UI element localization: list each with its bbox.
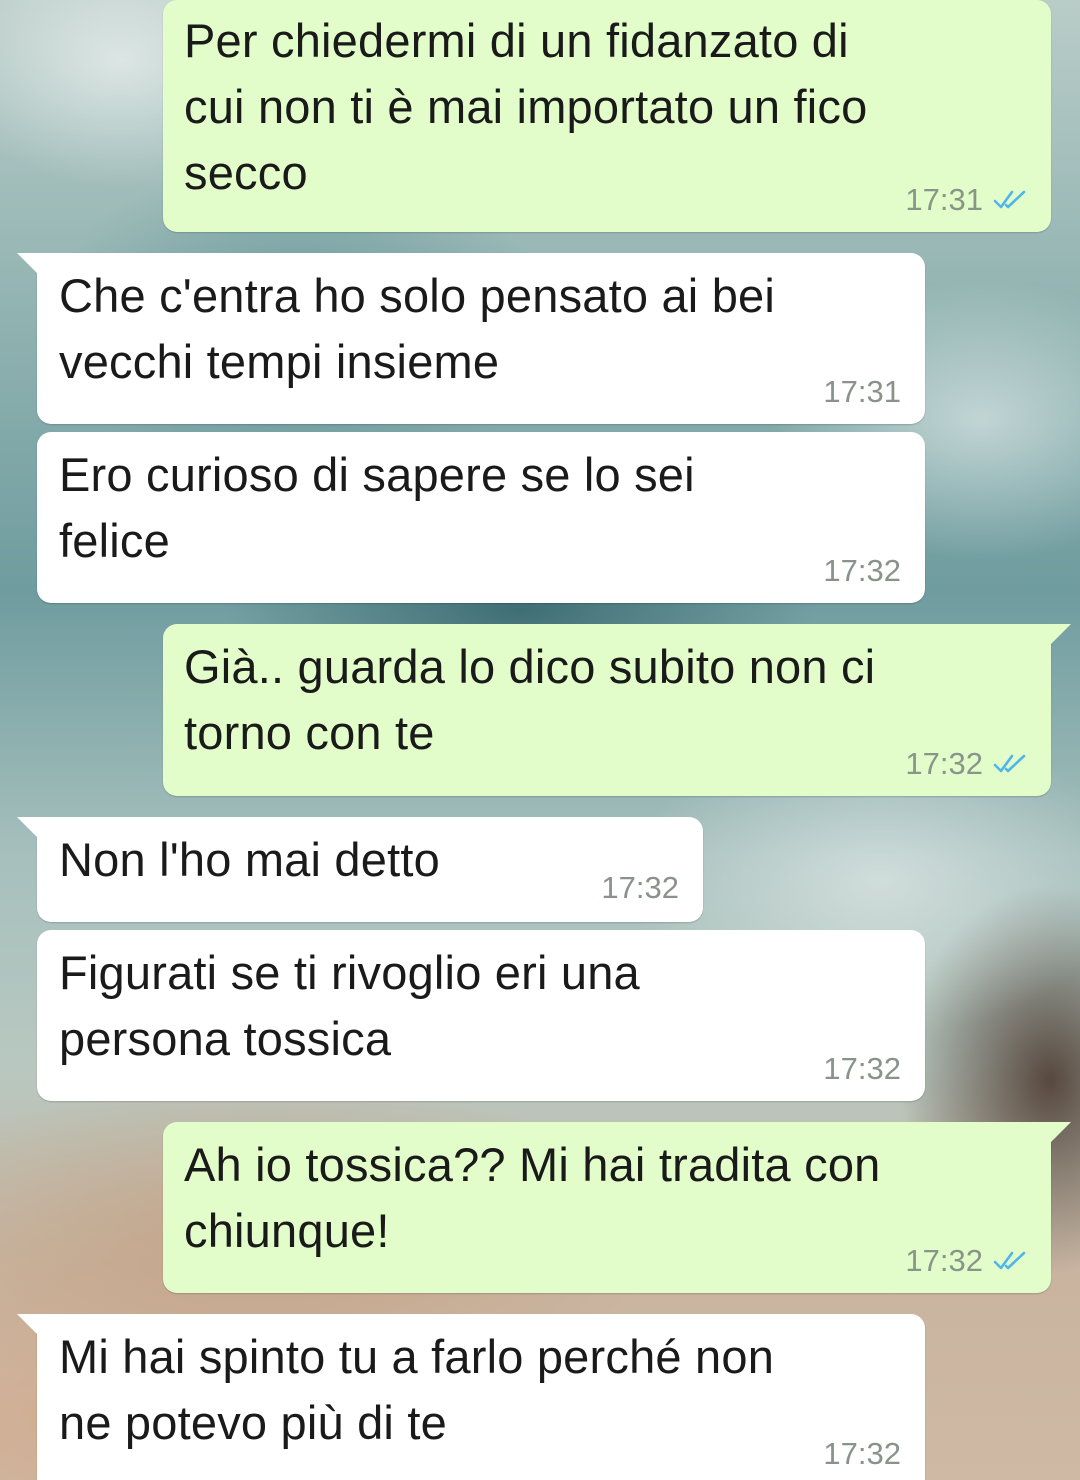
- message-line: Non l'ho mai detto: [59, 833, 440, 886]
- message-text: Mi hai spinto tu a farlo perché non ne p…: [59, 1324, 774, 1456]
- message-line: cui non ti è mai importato un fico: [184, 80, 868, 133]
- message-line: Per chiedermi di un fidanzato di: [184, 14, 849, 67]
- bubble-tail: [17, 817, 39, 839]
- message-timestamp: 17:32: [823, 553, 901, 588]
- message-timestamp: 17:31: [823, 374, 901, 409]
- bubble-tail: [1049, 1122, 1071, 1144]
- message-text: Già.. guarda lo dico subito non ci torno…: [184, 634, 875, 766]
- message-meta: 17:32: [601, 870, 679, 906]
- message-line: Già.. guarda lo dico subito non ci: [184, 640, 876, 693]
- message-meta: 17:31: [823, 374, 901, 410]
- message-meta: 17:32: [823, 553, 901, 589]
- outgoing-message-bubble[interactable]: Ah io tossica?? Mi hai tradita con chiun…: [163, 1122, 1071, 1293]
- message-line: Mi hai spinto tu a farlo perché non: [59, 1330, 775, 1383]
- message-meta: 17:32: [905, 746, 1027, 782]
- incoming-message-bubble[interactable]: Mi hai spinto tu a farlo perché non ne p…: [17, 1314, 925, 1480]
- message-line: vecchi tempi insieme: [59, 335, 500, 388]
- message-line: Ero curioso di sapere se lo sei: [59, 448, 695, 501]
- incoming-message-bubble[interactable]: Che c'entra ho solo pensato ai bei vecch…: [17, 253, 925, 424]
- message-line: felice: [59, 514, 170, 567]
- bubble-tail: [17, 253, 39, 275]
- bubble-tail: [17, 1314, 39, 1336]
- chat-message-list: Per chiedermi di un fidanzato di cui non…: [0, 0, 1080, 1480]
- message-timestamp: 17:32: [823, 1436, 901, 1471]
- double-check-icon: [993, 1251, 1026, 1270]
- message-line: Figurati se ti rivoglio eri una: [59, 946, 640, 999]
- incoming-message-bubble[interactable]: Figurati se ti rivoglio eri una persona …: [37, 930, 925, 1101]
- message-meta: 17:32: [823, 1436, 901, 1472]
- message-timestamp: 17:31: [905, 182, 983, 217]
- message-timestamp: 17:32: [601, 870, 679, 905]
- message-timestamp: 17:32: [823, 1051, 901, 1086]
- message-line: secco: [184, 146, 308, 199]
- outgoing-message-bubble[interactable]: Già.. guarda lo dico subito non ci torno…: [163, 624, 1071, 796]
- message-meta: 17:31: [905, 182, 1027, 218]
- message-line: ne potevo più di te: [59, 1396, 447, 1449]
- message-text: Ah io tossica?? Mi hai tradita con chiun…: [184, 1132, 881, 1264]
- message-text: Ero curioso di sapere se lo sei felice: [59, 442, 695, 574]
- message-timestamp: 17:32: [905, 746, 983, 781]
- message-text: Che c'entra ho solo pensato ai bei vecch…: [59, 263, 775, 395]
- incoming-message-bubble[interactable]: Ero curioso di sapere se lo sei felice 1…: [37, 432, 925, 603]
- message-text: Non l'ho mai detto: [59, 827, 440, 893]
- message-line: Ah io tossica?? Mi hai tradita con: [184, 1138, 881, 1191]
- double-check-icon: [993, 754, 1026, 773]
- message-timestamp: 17:32: [905, 1243, 983, 1278]
- message-meta: 17:32: [823, 1051, 901, 1087]
- message-line: persona tossica: [59, 1012, 392, 1065]
- outgoing-message-bubble[interactable]: Per chiedermi di un fidanzato di cui non…: [163, 0, 1051, 232]
- message-line: chiunque!: [184, 1204, 390, 1257]
- message-text: Per chiedermi di un fidanzato di cui non…: [184, 8, 867, 206]
- bubble-tail: [1049, 624, 1071, 646]
- message-line: Che c'entra ho solo pensato ai bei: [59, 269, 776, 322]
- double-check-icon: [993, 190, 1026, 209]
- message-meta: 17:32: [905, 1243, 1027, 1279]
- message-line: torno con te: [184, 706, 435, 759]
- message-text: Figurati se ti rivoglio eri una persona …: [59, 940, 640, 1072]
- incoming-message-bubble[interactable]: Non l'ho mai detto 17:32: [17, 817, 703, 922]
